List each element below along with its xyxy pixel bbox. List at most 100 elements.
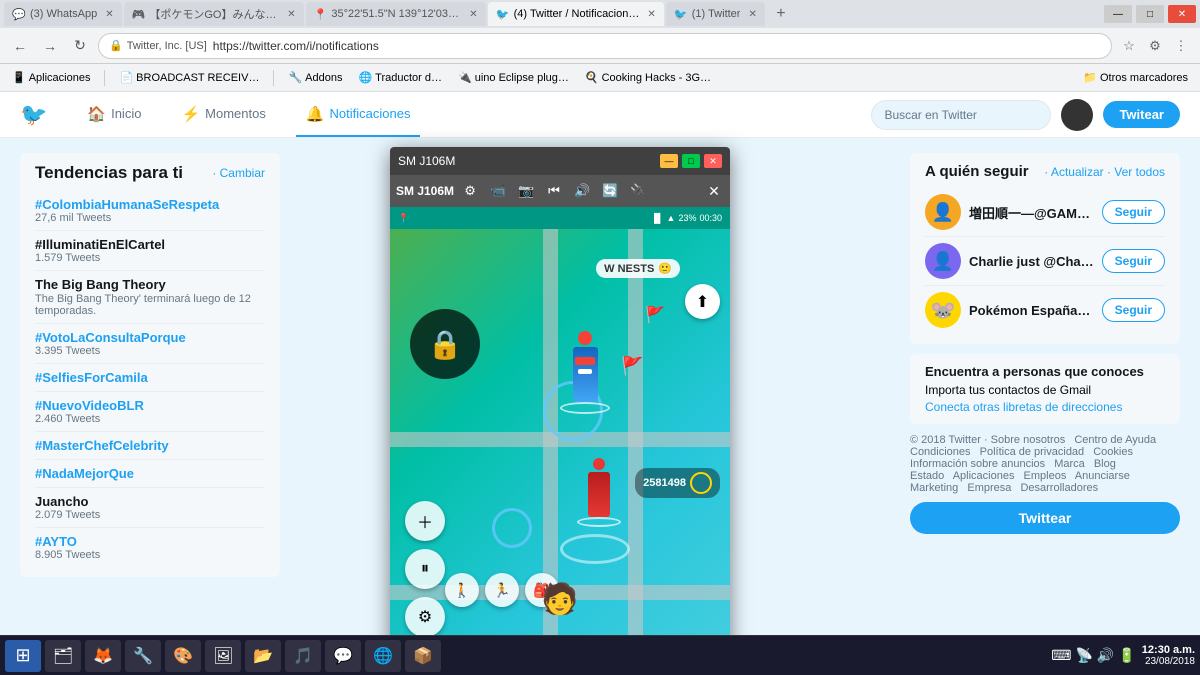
follow-button-3[interactable]: Seguir	[1102, 298, 1165, 322]
lock-button[interactable]: 🔒	[410, 309, 480, 379]
close-button[interactable]: ✕	[1168, 5, 1196, 23]
popup-minimize-button[interactable]: —	[660, 154, 678, 168]
trend-item-2[interactable]: #IlluminatiEnElCartel 1.579 Tweets	[35, 231, 265, 271]
plus-button[interactable]: ＋	[405, 501, 445, 541]
tab-maps-close[interactable]: ✕	[469, 9, 477, 20]
bookmark-star-icon[interactable]: ☆	[1118, 35, 1140, 57]
tab-twitter-close[interactable]: ✕	[647, 9, 655, 20]
taskbar-photos[interactable]: 🖼	[205, 640, 241, 672]
search-box[interactable]: Buscar en Twitter	[871, 100, 1051, 130]
footer-cookies[interactable]: Cookies	[1093, 446, 1133, 458]
camera-tool[interactable]: 📷	[514, 179, 538, 203]
footer-blog[interactable]: Blog	[1094, 458, 1116, 470]
nav-momentos[interactable]: ⚡ Momentos	[171, 92, 275, 137]
compass-button[interactable]: ⬆	[685, 284, 720, 319]
trend-item-6[interactable]: #NuevoVideoBLR 2.460 Tweets	[35, 392, 265, 432]
tweet-header-button[interactable]: Twitear	[1103, 101, 1180, 128]
tab-maps[interactable]: 📍 35°22'51.5"N 139°12'03.5… ✕	[306, 2, 486, 26]
reload-button[interactable]: ↻	[68, 34, 92, 58]
tweet-right-button[interactable]: Twittear	[910, 502, 1180, 534]
taskbar-paint[interactable]: 🎨	[165, 640, 201, 672]
footer-advertise[interactable]: Anunciarse	[1075, 470, 1130, 482]
follow-button-1[interactable]: Seguir	[1102, 200, 1165, 224]
footer-about[interactable]: Sobre nosotros	[991, 434, 1066, 446]
bookmark-broadcast[interactable]: 📄 BROADCAST RECEIV…	[115, 69, 263, 86]
footer-ads[interactable]: Información sobre anuncios	[910, 458, 1045, 470]
bookmark-cooking[interactable]: 🍳 Cooking Hacks - 3G…	[581, 69, 715, 86]
pause-button[interactable]: ⏸	[405, 549, 445, 589]
nav-inicio[interactable]: 🏠 Inicio	[77, 92, 151, 137]
taskbar-folder[interactable]: 📂	[245, 640, 281, 672]
trend-item-10[interactable]: #AYTO 8.905 Tweets	[35, 528, 265, 567]
footer-privacy[interactable]: Política de privacidad	[980, 446, 1085, 458]
popup-maximize-button[interactable]: □	[682, 154, 700, 168]
tab-twitter2[interactable]: 🐦 (1) Twitter ✕	[666, 2, 765, 26]
taskbar-music[interactable]: 🎵	[285, 640, 321, 672]
trend-item-1[interactable]: #ColombiaHumanaSeRespeta 27,6 mil Tweets	[35, 191, 265, 231]
menu-icon[interactable]: ⋮	[1170, 35, 1192, 57]
tab-whatsapp-close[interactable]: ✕	[105, 9, 113, 20]
settings-button[interactable]: ⚙	[405, 597, 445, 635]
extensions-icon[interactable]: ⚙	[1144, 35, 1166, 57]
twitter-nav: 🏠 Inicio ⚡ Momentos 🔔 Notificaciones	[77, 92, 420, 137]
new-tab-button[interactable]: +	[767, 2, 795, 26]
start-button[interactable]: ⊞	[5, 640, 41, 672]
footer-jobs[interactable]: Empleos	[1024, 470, 1067, 482]
taskbar-chrome[interactable]: 🌐	[365, 640, 401, 672]
trends-change-link[interactable]: · Cambiar	[212, 166, 265, 180]
taskbar-vm[interactable]: 📦	[405, 640, 441, 672]
taskbar-tools[interactable]: 🔧	[125, 640, 161, 672]
follow-button-2[interactable]: Seguir	[1102, 249, 1165, 273]
taskbar-firefox[interactable]: 🦊	[85, 640, 121, 672]
taskbar-files[interactable]: 🗂	[45, 640, 81, 672]
trend-item-9[interactable]: Juancho 2.079 Tweets	[35, 488, 265, 528]
bookmark-others[interactable]: 📁 Otros marcadores	[1079, 69, 1192, 86]
popup-close-button[interactable]: ✕	[704, 154, 722, 168]
trend-item-4[interactable]: #VotoLaConsultaPorque 3.395 Tweets	[35, 324, 265, 364]
gmail-link[interactable]: Conecta otras libretas de direcciones	[925, 400, 1165, 414]
bookmark-apps[interactable]: 📱 Aplicaciones	[8, 69, 94, 86]
footer-empresa[interactable]: Empresa	[967, 482, 1011, 494]
settings-tool[interactable]: ⚙	[458, 179, 482, 203]
run-button[interactable]: 🏃	[485, 573, 519, 607]
walk-button[interactable]: 🚶	[445, 573, 479, 607]
moments-icon: ⚡	[181, 105, 200, 123]
user-avatar[interactable]	[1061, 99, 1093, 131]
trend-item-5[interactable]: #SelfiesForCamila	[35, 364, 265, 392]
nav-notificaciones[interactable]: 🔔 Notificaciones	[296, 92, 421, 137]
volume-tool[interactable]: 🔊	[570, 179, 594, 203]
taskbar-discord[interactable]: 💬	[325, 640, 361, 672]
url-bar[interactable]: 🔒 Twitter, Inc. [US] https://twitter.com…	[98, 33, 1112, 59]
footer-state[interactable]: Estado	[910, 470, 944, 482]
rotate-tool[interactable]: 🔄	[598, 179, 622, 203]
footer-brand[interactable]: Marca	[1054, 458, 1085, 470]
footer-marketing[interactable]: Marketing	[910, 482, 958, 494]
minimize-button[interactable]: —	[1104, 5, 1132, 23]
bookmark-eclipse[interactable]: 🔌 uino Eclipse plug…	[454, 69, 573, 86]
bookmark-addons-label: Addons	[305, 72, 342, 84]
tab-twitter-notif[interactable]: 🐦 (4) Twitter / Notificacion… ✕	[488, 2, 664, 26]
video-tool[interactable]: 📹	[486, 179, 510, 203]
tab-pokemon[interactable]: 🎮 【ポケモンGO】みんなのポケ… ✕	[124, 2, 304, 26]
tab-whatsapp[interactable]: 💬 (3) WhatsApp ✕	[4, 2, 122, 26]
media-prev-tool[interactable]: ⏮	[542, 179, 566, 203]
tab-pokemon-close[interactable]: ✕	[287, 9, 295, 20]
footer-apps[interactable]: Aplicaciones	[953, 470, 1015, 482]
bookmark-traductor[interactable]: 🌐 Traductor d…	[354, 69, 446, 86]
footer-devs[interactable]: Desarrolladores	[1020, 482, 1098, 494]
trend-item-7[interactable]: #MasterChefCelebrity	[35, 432, 265, 460]
tab-twitter2-close[interactable]: ✕	[748, 9, 756, 20]
popup-x-close[interactable]: ✕	[704, 181, 724, 201]
maximize-button[interactable]: □	[1136, 5, 1164, 23]
footer-help[interactable]: Centro de Ayuda	[1074, 434, 1156, 446]
trend-name-3: The Big Bang Theory	[35, 277, 265, 292]
power-tool[interactable]: 🔌	[626, 179, 650, 203]
gmail-section: Encuentra a personas que conoces Importa…	[910, 354, 1180, 424]
bookmark-addons[interactable]: 🔧 Addons	[284, 69, 346, 86]
forward-button[interactable]: →	[38, 34, 62, 58]
trend-item-3[interactable]: The Big Bang Theory The Big Bang Theory'…	[35, 271, 265, 324]
back-button[interactable]: ←	[8, 34, 32, 58]
footer-terms[interactable]: Condiciones	[910, 446, 971, 458]
trend-item-8[interactable]: #NadaMejorQue	[35, 460, 265, 488]
who-to-follow-links[interactable]: · Actualizar · Ver todos	[1044, 165, 1165, 179]
